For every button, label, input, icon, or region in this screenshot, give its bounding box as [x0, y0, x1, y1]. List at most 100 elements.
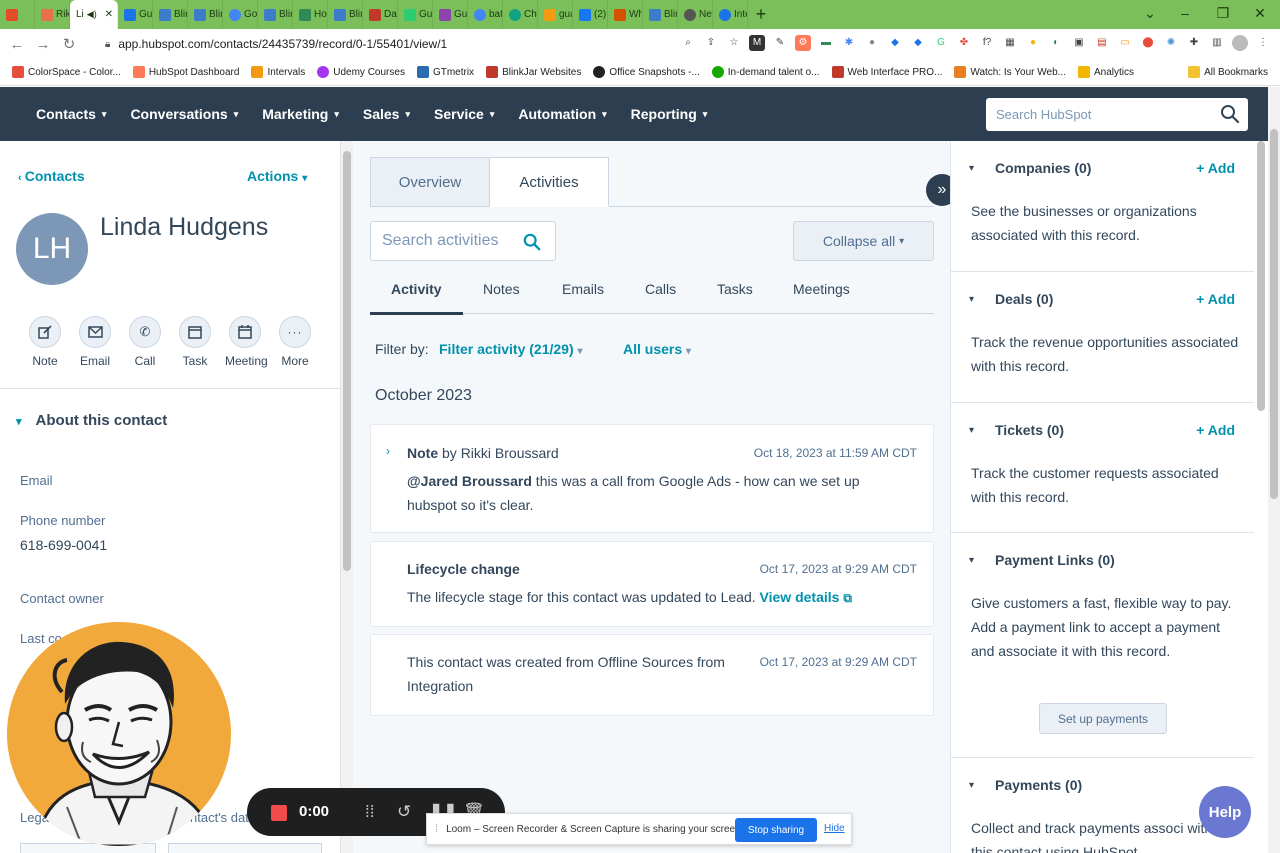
activity-card-lifecycle[interactable]: Lifecycle change Oct 17, 2023 at 9:29 AM… [370, 541, 934, 627]
browser-tab-active[interactable]: Li ◀) ✕ [70, 0, 118, 29]
browser-tab[interactable]: (2) Ji [573, 0, 608, 29]
subtab-calls[interactable]: Calls [645, 281, 676, 297]
browser-tab[interactable]: gua [538, 0, 573, 29]
nav-automation[interactable]: Automation ▾ [518, 106, 606, 122]
extension-icon[interactable]: G [933, 35, 949, 51]
site-info-icon[interactable]: 🔒︎ [105, 39, 110, 50]
tab-overview[interactable]: Overview [370, 157, 490, 207]
chevron-down-icon[interactable]: ▾ [969, 425, 974, 436]
activity-card-created[interactable]: This contact was created from Offline So… [370, 634, 934, 716]
share-icon[interactable]: ⇪ [703, 35, 719, 51]
contact-data-select[interactable] [168, 843, 322, 853]
bookmark-star-icon[interactable]: ☆ [726, 35, 742, 51]
view-details-link[interactable]: View details ⧉ [760, 589, 852, 605]
stop-sharing-button[interactable]: Stop sharing [735, 818, 817, 842]
scrollbar-thumb[interactable] [1270, 129, 1278, 499]
fonts-extension-icon[interactable]: f? [979, 35, 995, 51]
close-window-button[interactable]: ✕ [1240, 0, 1280, 29]
tab-search-icon[interactable]: ⌄ [1130, 0, 1170, 29]
activity-card-note[interactable]: › Note by Rikki Broussard Oct 18, 2023 a… [370, 424, 934, 533]
email-action[interactable]: Email [75, 316, 115, 368]
loom-extension-icon[interactable]: ✺ [1163, 35, 1179, 51]
extension-icon[interactable]: ✤ [956, 35, 972, 51]
section-title[interactable]: Payment Links (0) [995, 552, 1115, 568]
extension-icon[interactable]: ◆ [887, 35, 903, 51]
browser-tab[interactable]: Blin [328, 0, 363, 29]
new-tab-button[interactable]: + [748, 0, 774, 29]
browser-tab[interactable]: batc [468, 0, 503, 29]
bookmark-item[interactable]: In-demand talent o... [711, 66, 820, 78]
browser-tab[interactable]: Blin [258, 0, 293, 29]
extension-icon[interactable]: ● [1025, 35, 1041, 51]
section-title[interactable]: Companies (0) [995, 160, 1091, 176]
nav-marketing[interactable]: Marketing ▾ [262, 106, 339, 122]
section-title[interactable]: Payments (0) [995, 777, 1082, 793]
extension-icon[interactable]: ● [864, 35, 880, 51]
call-action[interactable]: ✆ Call [125, 316, 165, 368]
help-button[interactable]: Help [1199, 786, 1251, 838]
bookmark-item[interactable]: Udemy Courses [317, 66, 405, 78]
extension-icon[interactable]: ▣ [1071, 35, 1087, 51]
zoom-icon[interactable]: ⌕ [680, 35, 696, 51]
nav-conversations[interactable]: Conversations ▾ [130, 106, 238, 122]
extension-icon[interactable]: ▭ [1117, 35, 1133, 51]
extension-icon[interactable]: ✎ [772, 35, 788, 51]
chevron-down-icon[interactable]: ▾ [969, 163, 974, 174]
browser-tab[interactable] [0, 0, 35, 29]
chevron-down-icon[interactable]: ▾ [969, 294, 974, 305]
task-action[interactable]: Task [175, 316, 215, 368]
collapse-all-button[interactable]: Collapse all ▾ [793, 221, 934, 261]
search-activities-input[interactable]: Search activities [370, 221, 556, 261]
nav-reporting[interactable]: Reporting ▾ [631, 106, 708, 122]
browser-tab[interactable]: New [678, 0, 713, 29]
actions-dropdown[interactable]: Actions ▾ [247, 168, 307, 184]
extension-icon[interactable]: ◐ [1048, 35, 1064, 51]
nav-service[interactable]: Service ▾ [434, 106, 494, 122]
filter-activity-dropdown[interactable]: Filter activity (21/29) ▾ [439, 341, 583, 357]
drag-handle-icon[interactable]: ⁞⁞ [365, 802, 374, 822]
bookmark-item[interactable]: BlinkJar Websites [486, 66, 581, 78]
browser-tab[interactable]: Rikk [35, 0, 70, 29]
subtab-notes[interactable]: Notes [483, 281, 520, 297]
tab-activities[interactable]: Activities [489, 157, 609, 207]
contact-name[interactable]: Linda Hudgens [100, 213, 268, 242]
extension-icon[interactable]: ✱ [841, 35, 857, 51]
grid-extension-icon[interactable]: ▦ [1002, 35, 1018, 51]
browser-tab[interactable]: Blin [188, 0, 223, 29]
extension-icon[interactable]: M [749, 35, 765, 51]
browser-tab[interactable]: Gulf [433, 0, 468, 29]
hubspot-search-input[interactable]: Search HubSpot [986, 98, 1248, 131]
avatar[interactable]: LH [16, 213, 88, 285]
browser-tab[interactable]: Goo [223, 0, 258, 29]
browser-tab[interactable]: Hon [293, 0, 328, 29]
all-bookmarks[interactable]: All Bookmarks [1188, 66, 1268, 78]
url-bar[interactable]: 🔒︎ app.hubspot.com/contacts/24435739/rec… [95, 33, 760, 55]
phone-field-value[interactable]: 618-699-0041 [20, 537, 107, 553]
bookmark-item[interactable]: GTmetrix [416, 66, 474, 78]
side-panel-icon[interactable]: ▥ [1209, 35, 1225, 51]
add-company-button[interactable]: + Add [1196, 160, 1235, 176]
extension-icon[interactable]: ⬤ [1140, 35, 1156, 51]
all-users-dropdown[interactable]: All users ▾ [623, 341, 691, 357]
subtab-emails[interactable]: Emails [562, 281, 604, 297]
hubspot-extension-icon[interactable]: ⚙ [795, 35, 811, 51]
close-tab-icon[interactable]: ✕ [105, 9, 113, 20]
bookmark-item[interactable]: Office Snapshots -... [593, 66, 700, 78]
more-action[interactable]: ··· More [275, 316, 315, 368]
nav-sales[interactable]: Sales ▾ [363, 106, 410, 122]
reload-icon[interactable]: ↻ [56, 35, 82, 53]
about-section-header[interactable]: ▾ About this contact [16, 412, 167, 429]
forward-icon[interactable]: → [30, 36, 56, 53]
scrollbar-thumb[interactable] [343, 151, 351, 571]
section-title[interactable]: Tickets (0) [995, 422, 1064, 438]
right-sidebar-scrollbar[interactable] [1254, 141, 1268, 853]
maximize-button[interactable]: ❐ [1203, 0, 1243, 29]
browser-tab[interactable]: Gua [118, 0, 153, 29]
note-body[interactable]: @Jared Broussard this was a call from Go… [407, 469, 907, 517]
scrollbar-thumb[interactable] [1257, 141, 1265, 411]
profile-avatar-icon[interactable] [1232, 35, 1248, 51]
bookmark-item[interactable]: Intervals [251, 66, 305, 78]
chevron-down-icon[interactable]: ▾ [969, 555, 974, 566]
page-scrollbar[interactable] [1268, 87, 1280, 853]
browser-tab[interactable]: Cha [503, 0, 538, 29]
